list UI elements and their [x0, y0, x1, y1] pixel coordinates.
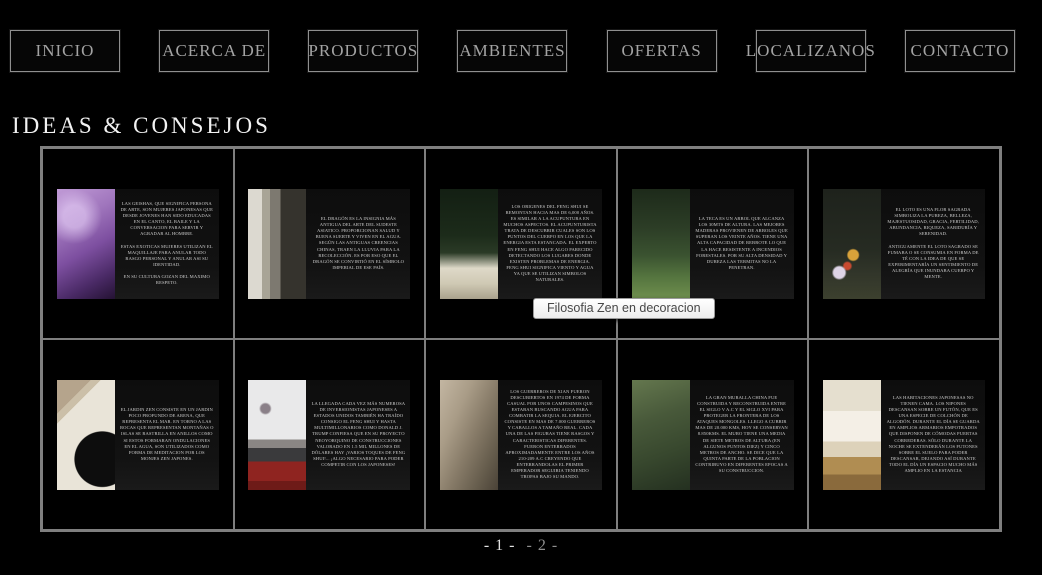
- idea-card-gran-muralla[interactable]: LA GRAN MURALLA CHINA FUE CONSTRUIDA Y R…: [617, 339, 809, 530]
- slide-thumbnail: LAS GEISHAS, QUE SIGNIFICA PERSONA DE AR…: [57, 189, 219, 299]
- nav-item-ambientes[interactable]: AMBIENTES: [457, 30, 567, 72]
- slide-thumbnail: LAS HABITACIONES JAPONESAS NO TIENEN CAM…: [823, 380, 985, 490]
- card-text: EL JARDIN ZEN CONSISTE EN UN JARDIN POCO…: [115, 380, 219, 490]
- slide-thumbnail: EL LOTO ES UNA FLOR SAGRADA SIMBOLIZA LA…: [823, 189, 985, 299]
- idea-card-inversionistas[interactable]: LA LLEGADA CADA VEZ MÁS NUMEROSA DE INVE…: [234, 339, 426, 530]
- idea-card-jardin-zen[interactable]: EL JARDIN ZEN CONSISTE EN UN JARDIN POCO…: [42, 339, 234, 530]
- ideas-gallery-grid: LAS GEISHAS, QUE SIGNIFICA PERSONA DE AR…: [40, 146, 1002, 532]
- card-text: EL LOTO ES UNA FLOR SAGRADA SIMBOLIZA LA…: [881, 189, 985, 299]
- card-text: LAS HABITACIONES JAPONESAS NO TIENEN CAM…: [881, 380, 985, 490]
- idea-card-loto[interactable]: EL LOTO ES UNA FLOR SAGRADA SIMBOLIZA LA…: [808, 148, 1000, 339]
- zen-sand-garden-photo: [57, 380, 115, 490]
- main-nav: INICIO ACERCA DE PRODUCTOS AMBIENTES OFE…: [0, 30, 1042, 72]
- shanghai-tower-photo: [248, 380, 306, 490]
- card-text: LOS GUERREROS DE XIAN FUERON DESCUBIERTO…: [498, 380, 602, 490]
- card-text: LAS GEISHAS, QUE SIGNIFICA PERSONA DE AR…: [115, 189, 219, 299]
- pagination-page-2[interactable]: - 2 -: [527, 537, 559, 554]
- japanese-futon-room-photo: [823, 380, 881, 490]
- slide-thumbnail: LA GRAN MURALLA CHINA FUE CONSTRUIDA Y R…: [632, 380, 794, 490]
- idea-card-geishas[interactable]: LAS GEISHAS, QUE SIGNIFICA PERSONA DE AR…: [42, 148, 234, 339]
- pagination: - 1 - - 2 -: [0, 537, 1042, 555]
- nav-item-localizanos[interactable]: LOCALIZANOS: [756, 30, 866, 72]
- page-title: IDEAS & CONSEJOS: [12, 113, 271, 139]
- card-text: LA GRAN MURALLA CHINA FUE CONSTRUIDA Y R…: [690, 380, 794, 490]
- image-tooltip: Filosofia Zen en decoracion: [533, 298, 715, 319]
- idea-card-guerreros-xian[interactable]: LOS GUERREROS DE XIAN FUERON DESCUBIERTO…: [425, 339, 617, 530]
- slide-thumbnail: EL JARDIN ZEN CONSISTE EN UN JARDIN POCO…: [57, 380, 219, 490]
- slide-thumbnail: LOS ORIGENES DEL FENG SHUI SE REMONTAN H…: [440, 189, 602, 299]
- terracotta-warriors-photo: [440, 380, 498, 490]
- great-wall-photo: [632, 380, 690, 490]
- geisha-purple-portrait-photo: [57, 189, 115, 299]
- slide-thumbnail: LA TECA ES UN ARBOL QUE ALCANZA LOS 30MT…: [632, 189, 794, 299]
- card-text: LA TECA ES UN ARBOL QUE ALCANZA LOS 30MT…: [690, 189, 794, 299]
- pagination-page-1[interactable]: - 1 -: [484, 537, 516, 554]
- nav-item-productos[interactable]: PRODUCTOS: [308, 30, 418, 72]
- slide-thumbnail: EL DRAGÓN ES LA INSIGNIA MÁS ANTIGUA DEL…: [248, 189, 410, 299]
- card-text: LA LLEGADA CADA VEZ MÁS NUMEROSA DE INVE…: [306, 380, 410, 490]
- card-text: LOS ORIGENES DEL FENG SHUI SE REMONTAN H…: [498, 189, 602, 299]
- buddha-lotus-photo: [823, 189, 881, 299]
- idea-card-dragon[interactable]: EL DRAGÓN ES LA INSIGNIA MÁS ANTIGUA DEL…: [234, 148, 426, 339]
- asian-dragon-statue-photo: [248, 189, 306, 299]
- feng-shui-garden-photo: [440, 189, 498, 299]
- card-text: EL DRAGÓN ES LA INSIGNIA MÁS ANTIGUA DEL…: [306, 189, 410, 299]
- nav-item-acerca-de[interactable]: ACERCA DE: [159, 30, 269, 72]
- idea-card-habitaciones[interactable]: LAS HABITACIONES JAPONESAS NO TIENEN CAM…: [808, 339, 1000, 530]
- slide-thumbnail: LA LLEGADA CADA VEZ MÁS NUMEROSA DE INVE…: [248, 380, 410, 490]
- teak-jungle-photo: [632, 189, 690, 299]
- nav-item-ofertas[interactable]: OFERTAS: [607, 30, 717, 72]
- slide-thumbnail: LOS GUERREROS DE XIAN FUERON DESCUBIERTO…: [440, 380, 602, 490]
- nav-item-contacto[interactable]: CONTACTO: [905, 30, 1015, 72]
- nav-item-inicio[interactable]: INICIO: [10, 30, 120, 72]
